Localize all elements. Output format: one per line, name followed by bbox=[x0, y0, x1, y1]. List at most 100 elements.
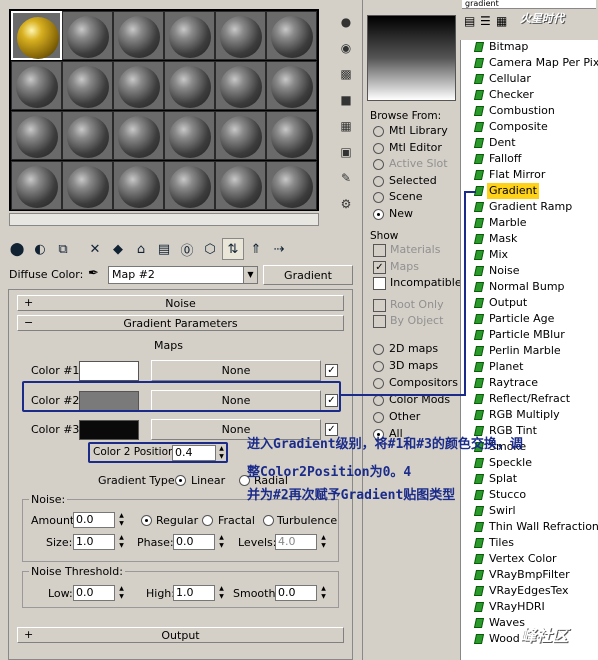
show-map-in-viewport-icon[interactable]: ⬡ bbox=[199, 238, 221, 260]
sample-uv-tiling-icon[interactable]: ■ bbox=[336, 90, 356, 110]
smooth-spinner[interactable]: 0.0 bbox=[275, 585, 317, 601]
map-category-radio[interactable] bbox=[373, 344, 384, 355]
color-1-map-button[interactable]: None bbox=[151, 360, 321, 381]
gradient-type-label: Gradient Type: bbox=[98, 474, 179, 487]
sample-slot[interactable] bbox=[62, 11, 113, 60]
sample-slot[interactable] bbox=[164, 61, 215, 110]
sample-slot[interactable] bbox=[62, 161, 113, 210]
sample-slot[interactable] bbox=[215, 11, 266, 60]
browse-from-radio[interactable] bbox=[373, 159, 384, 170]
sample-slot[interactable] bbox=[11, 61, 62, 110]
noise-turbulence-radio[interactable] bbox=[263, 515, 274, 526]
spinner-arrows-icon[interactable]: ▲ ▼ bbox=[217, 534, 226, 550]
color-3-swatch[interactable] bbox=[79, 420, 139, 440]
size-spinner[interactable]: 1.0 bbox=[73, 534, 115, 550]
go-to-parent-icon[interactable]: ⇑ bbox=[245, 238, 267, 260]
sample-slot[interactable] bbox=[11, 11, 62, 60]
make-unique-icon[interactable]: ⌂ bbox=[130, 238, 152, 260]
sample-slot[interactable] bbox=[215, 111, 266, 160]
sample-slot[interactable] bbox=[113, 161, 164, 210]
noise-rollout-header[interactable]: + Noise bbox=[17, 295, 344, 311]
spinner-arrows-icon[interactable]: ▲ ▼ bbox=[117, 585, 126, 601]
sample-slot[interactable] bbox=[266, 161, 317, 210]
show-checkbox[interactable] bbox=[373, 277, 386, 290]
output-rollout-header[interactable]: + Output bbox=[17, 627, 344, 643]
sample-slot[interactable] bbox=[266, 61, 317, 110]
spinner-arrows-icon[interactable]: ▲ ▼ bbox=[117, 534, 126, 550]
sample-slot[interactable] bbox=[11, 161, 62, 210]
make-preview-icon[interactable]: ▣ bbox=[336, 142, 356, 162]
view-small-icons-icon[interactable]: ▦ bbox=[496, 14, 507, 28]
spinner-arrows-icon[interactable]: ▲ ▼ bbox=[319, 534, 328, 550]
smooth-label: Smooth: bbox=[233, 587, 280, 600]
sample-slot[interactable] bbox=[266, 11, 317, 60]
sample-slot[interactable] bbox=[113, 61, 164, 110]
select-by-material-icon[interactable]: ⚙ bbox=[336, 194, 356, 214]
browse-from-radio[interactable] bbox=[373, 175, 384, 187]
high-spinner[interactable]: 1.0 bbox=[173, 585, 215, 601]
background-checker-icon[interactable]: ▩ bbox=[336, 64, 356, 84]
backlight-icon[interactable]: ◉ bbox=[336, 38, 356, 58]
show-checkbox[interactable]: ✓ bbox=[373, 260, 386, 274]
sample-slot[interactable] bbox=[62, 111, 113, 160]
put-to-scene-icon[interactable]: ◐ bbox=[29, 238, 51, 260]
material-effects-channel-icon[interactable]: ⓪ bbox=[176, 238, 198, 260]
amount-spinner[interactable]: 0.0 bbox=[73, 512, 115, 528]
reset-map-icon[interactable]: ✕ bbox=[84, 238, 106, 260]
chevron-down-icon: ▼ bbox=[243, 267, 257, 283]
map-type-button[interactable]: Gradient bbox=[263, 265, 353, 285]
levels-spinner[interactable]: 4.0 bbox=[275, 534, 317, 550]
sample-slot[interactable] bbox=[113, 11, 164, 60]
material-sphere-preview bbox=[220, 16, 262, 58]
map-category-radio[interactable] bbox=[373, 361, 384, 372]
show-end-result-icon[interactable]: ⇅ bbox=[222, 238, 244, 260]
map-category-radio[interactable] bbox=[373, 412, 384, 423]
gradient-type-linear-radio[interactable] bbox=[175, 475, 186, 486]
noise-fractal-radio[interactable] bbox=[202, 515, 213, 526]
spinner-arrows-icon[interactable]: ▲ ▼ bbox=[217, 585, 226, 601]
map-category-radio[interactable] bbox=[373, 378, 384, 389]
noise-regular-radio[interactable] bbox=[141, 515, 152, 526]
color-1-map-enabled-checkbox[interactable]: ✓ bbox=[325, 364, 338, 377]
sample-slot[interactable] bbox=[164, 161, 215, 210]
pick-material-icon[interactable]: ✒ bbox=[88, 266, 99, 281]
map-category-radio[interactable] bbox=[373, 395, 384, 406]
map-list-item-label: RGB Multiply bbox=[489, 408, 560, 421]
material-editor-panel: ● ◉ ▩ ■ ▦ ▣ ✎ ⚙ ⬤ ◐ ⧉ ✕ ◆ ⌂ ▤ ⓪ ⬡ ⇅ ⇑ ⇢ … bbox=[0, 0, 360, 660]
browse-from-radio[interactable] bbox=[373, 192, 384, 203]
sample-slot[interactable] bbox=[113, 111, 164, 160]
browse-from-label: Browse From: bbox=[370, 110, 442, 122]
show-checkbox[interactable] bbox=[373, 244, 386, 257]
make-copy-icon[interactable]: ◆ bbox=[107, 238, 129, 260]
options-icon[interactable]: ✎ bbox=[336, 168, 356, 188]
browse-from-radio[interactable] bbox=[373, 208, 384, 220]
view-list-icons-icon[interactable]: ☰ bbox=[480, 14, 491, 28]
view-list-icon[interactable]: ▤ bbox=[464, 14, 475, 28]
sample-slot[interactable] bbox=[62, 61, 113, 110]
sample-slot[interactable] bbox=[215, 61, 266, 110]
by-object-checkbox[interactable] bbox=[373, 315, 386, 328]
sample-slot[interactable] bbox=[164, 11, 215, 60]
spinner-arrows-icon[interactable]: ▲ ▼ bbox=[117, 512, 126, 528]
go-forward-to-sibling-icon[interactable]: ⇢ bbox=[268, 238, 290, 260]
slot-horizontal-scrollbar[interactable] bbox=[9, 213, 319, 226]
put-to-library-icon[interactable]: ▤ bbox=[153, 238, 175, 260]
sample-slot[interactable] bbox=[266, 111, 317, 160]
get-material-icon[interactable]: ⬤ bbox=[6, 238, 28, 260]
root-only-checkbox[interactable] bbox=[373, 299, 386, 312]
search-input[interactable]: gradient bbox=[462, 0, 596, 9]
color-1-swatch[interactable] bbox=[79, 361, 139, 381]
browse-from-radio[interactable] bbox=[373, 142, 384, 154]
gradient-parameters-rollout-header[interactable]: − Gradient Parameters bbox=[17, 315, 344, 331]
phase-spinner[interactable]: 0.0 bbox=[173, 534, 215, 550]
video-color-check-icon[interactable]: ▦ bbox=[336, 116, 356, 136]
sample-slot[interactable] bbox=[164, 111, 215, 160]
map-name-field[interactable]: Map #2 ▼ bbox=[108, 266, 258, 284]
spinner-arrows-icon[interactable]: ▲ ▼ bbox=[319, 585, 328, 601]
low-spinner[interactable]: 0.0 bbox=[73, 585, 115, 601]
assign-to-selection-icon[interactable]: ⧉ bbox=[52, 238, 74, 260]
browse-from-radio[interactable] bbox=[373, 126, 384, 137]
sample-type-sphere-icon[interactable]: ● bbox=[336, 12, 356, 32]
sample-slot[interactable] bbox=[215, 161, 266, 210]
sample-slot[interactable] bbox=[11, 111, 62, 160]
